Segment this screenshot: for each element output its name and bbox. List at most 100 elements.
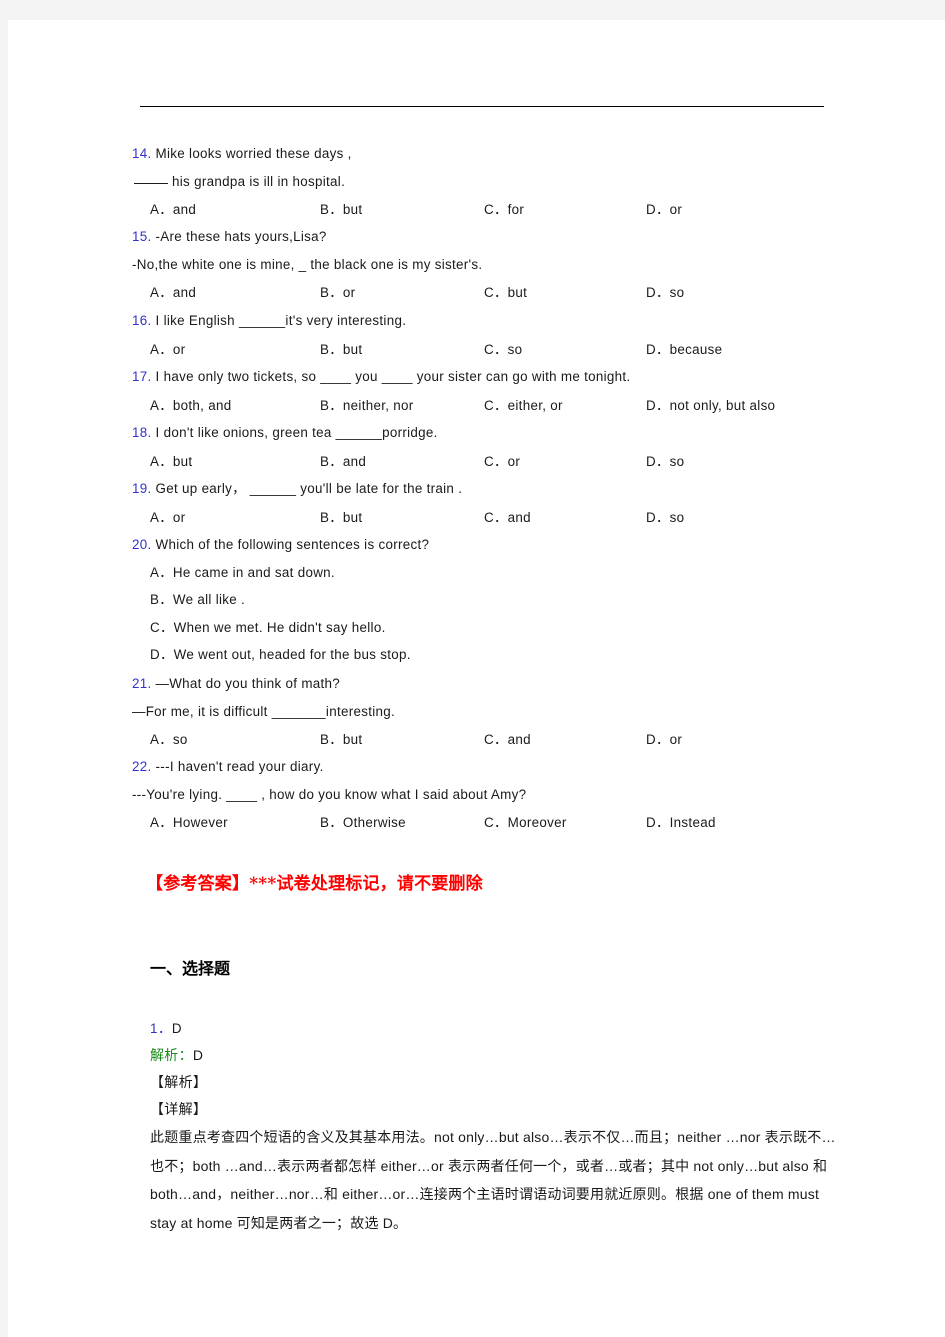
question-stem-line: 16. I like English ______it's very inter… (132, 307, 832, 335)
question-block-20: 20. Which of the following sentences is … (132, 531, 832, 669)
option-row: A．However B．Otherwise C．Moreover D．Inste… (132, 808, 832, 836)
question-number: 16. (132, 313, 152, 328)
question-block-15: 15. -Are these hats yours,Lisa? -No,the … (132, 223, 832, 306)
answer-explanation-block: 1．D 解析：D 【解析】 【详解】 此题重点考查四个短语的含义及其基本用法。n… (150, 1015, 840, 1237)
question-number: 14. (132, 146, 152, 161)
question-stem-line: 14. Mike looks worried these days , (132, 140, 832, 168)
option-c[interactable]: C．for (484, 198, 524, 218)
question-number: 18. (132, 425, 152, 440)
option-row: A．but B．and C．or D．so (132, 447, 832, 475)
option-d[interactable]: D．so (646, 450, 684, 470)
question-text: -No,the white one is mine, _ the black o… (132, 256, 483, 272)
option-b[interactable]: B．and (320, 450, 366, 470)
option-a[interactable]: A．so (150, 728, 188, 748)
question-stem-line: 15. -Are these hats yours,Lisa? (132, 223, 832, 251)
question-text: Mike looks worried these days , (155, 146, 352, 161)
option-d[interactable]: D．We went out, headed for the bus stop. (132, 641, 832, 669)
option-c[interactable]: C．and (484, 506, 531, 526)
option-a[interactable]: A．but (150, 450, 192, 470)
option-d[interactable]: D．Instead (646, 811, 716, 831)
question-text: ---I haven't read your diary. (155, 759, 324, 774)
option-c[interactable]: C．Moreover (484, 811, 567, 831)
option-c[interactable]: C．so (484, 338, 522, 358)
option-d[interactable]: D．so (646, 281, 684, 301)
question-block-14: 14. Mike looks worried these days , his … (132, 140, 832, 223)
question-number: 22. (132, 759, 152, 774)
question-stem-line: 20. Which of the following sentences is … (132, 531, 832, 559)
option-b[interactable]: B．or (320, 281, 355, 301)
question-stem-line: 22. ---I haven't read your diary. (132, 753, 832, 781)
answer-explanation-text: 此题重点考查四个短语的含义及其基本用法。not only…but also…表示… (150, 1129, 836, 1231)
answer-parse-letter: D (192, 1047, 204, 1063)
answer-item-number: 1．D (150, 1015, 840, 1042)
option-row: A．both, and B．neither, nor C．either, or … (132, 391, 832, 419)
question-text: I don't like onions, green tea ______por… (155, 425, 438, 440)
question-stem-line: his grandpa is ill in hospital. (132, 168, 832, 196)
question-stem-line: 17. I have only two tickets, so ____ you… (132, 363, 832, 391)
option-a[interactable]: A．and (150, 281, 196, 301)
option-d[interactable]: D．not only, but also (646, 394, 775, 414)
option-d[interactable]: D．so (646, 506, 684, 526)
detail-tag: 【详解】 (150, 1101, 208, 1117)
question-stem-line: ---You're lying. ____ , how do you know … (132, 781, 832, 809)
question-block-16: 16. I like English ______it's very inter… (132, 307, 832, 362)
question-number: 19. (132, 481, 152, 496)
option-a[interactable]: A．or (150, 338, 185, 358)
option-a[interactable]: A．or (150, 506, 185, 526)
answer-number: 1． (150, 1021, 172, 1036)
option-b[interactable]: B．but (320, 728, 362, 748)
question-text: I have only two tickets, so ____ you ___… (155, 369, 631, 384)
option-a[interactable]: A．both, and (150, 394, 231, 414)
question-number: 17. (132, 369, 152, 384)
question-number: 21. (132, 676, 152, 691)
question-number: 20. (132, 537, 152, 552)
option-row: A．and B．or C．but D．so (132, 278, 832, 306)
document-page: 14. Mike looks worried these days , his … (8, 20, 945, 1337)
header-divider-rule (140, 106, 824, 107)
question-number: 15. (132, 229, 152, 244)
question-block-18: 18. I don't like onions, green tea _____… (132, 419, 832, 474)
question-text: -Are these hats yours,Lisa? (155, 229, 327, 244)
option-c[interactable]: C．either, or (484, 394, 563, 414)
analysis-tag: 【解析】 (150, 1074, 208, 1090)
question-text: Which of the following sentences is corr… (155, 537, 430, 552)
option-d[interactable]: D．or (646, 728, 682, 748)
answer-parse-line: 解析：D (150, 1042, 840, 1069)
option-b[interactable]: B．Otherwise (320, 811, 406, 831)
option-row: A．or B．but C．so D．because (132, 335, 832, 363)
option-row: A．and B．but C．for D．or (132, 195, 832, 223)
answer-letter: D (171, 1021, 183, 1036)
option-d[interactable]: D．because (646, 338, 722, 358)
option-b[interactable]: B．We all like . (132, 586, 832, 614)
question-text: Get up early， ______ you'll be late for … (155, 481, 463, 496)
option-row: A．so B．but C．and D．or (132, 725, 832, 753)
option-c[interactable]: C．or (484, 450, 520, 470)
section-heading-multiple-choice: 一、选择题 (150, 959, 231, 978)
option-b[interactable]: B．neither, nor (320, 394, 414, 414)
question-text: —For me, it is difficult _______interest… (132, 703, 396, 719)
answer-blank[interactable] (134, 182, 168, 184)
option-a[interactable]: A．and (150, 198, 196, 218)
option-c[interactable]: C．but (484, 281, 527, 301)
option-c[interactable]: C．When we met. He didn't say hello. (132, 614, 832, 642)
question-text: I like English ______it's very interesti… (155, 313, 407, 328)
question-stem-line: —For me, it is difficult _______interest… (132, 698, 832, 726)
option-a[interactable]: A．He came in and sat down. (132, 559, 832, 587)
option-d[interactable]: D．or (646, 198, 682, 218)
question-text: his grandpa is ill in hospital. (172, 173, 346, 189)
question-block-17: 17. I have only two tickets, so ____ you… (132, 363, 832, 418)
question-stem-line: -No,the white one is mine, _ the black o… (132, 251, 832, 279)
question-stem-line: 21. —What do you think of math? (132, 670, 832, 698)
option-b[interactable]: B．but (320, 198, 362, 218)
answer-key-notice: 【参考答案】***试卷处理标记，请不要删除 (146, 874, 483, 894)
option-c[interactable]: C．and (484, 728, 531, 748)
question-text: —What do you think of math? (155, 676, 341, 691)
option-row: A．or B．but C．and D．so (132, 503, 832, 531)
option-a[interactable]: A．However (150, 811, 228, 831)
question-block-19: 19. Get up early， ______ you'll be late … (132, 475, 832, 530)
option-b[interactable]: B．but (320, 506, 362, 526)
question-stem-line: 19. Get up early， ______ you'll be late … (132, 475, 832, 503)
answer-parse-label: 解析： (150, 1047, 193, 1063)
option-b[interactable]: B．but (320, 338, 362, 358)
question-text: ---You're lying. ____ , how do you know … (132, 786, 527, 802)
